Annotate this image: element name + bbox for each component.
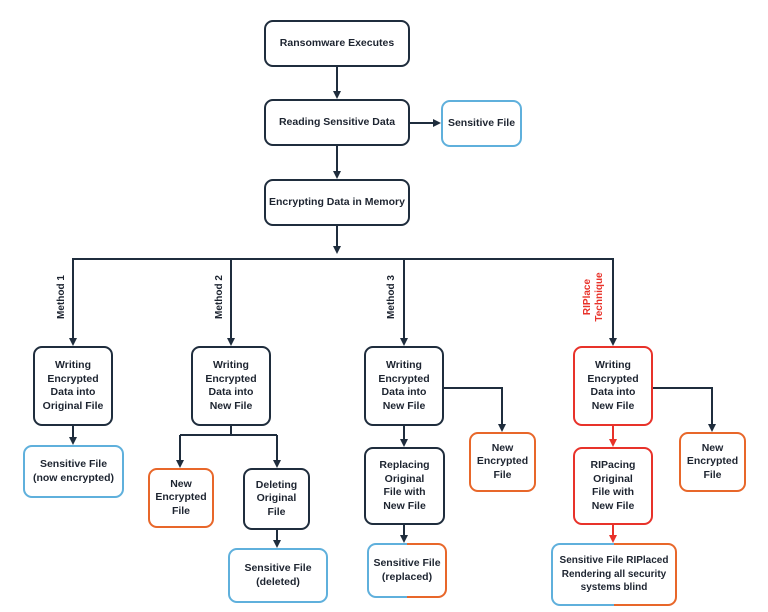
- label-method-3: Method 3: [386, 275, 397, 319]
- node-sensitive-file: Sensitive File: [441, 100, 522, 147]
- node-m2-write-new: Writing Encrypted Data into New File: [191, 346, 271, 426]
- label-method-2: Method 2: [214, 275, 225, 319]
- arrow-m3-to-new-file: [444, 387, 506, 432]
- node-rip-replace-original: RIPacing Original File with New File: [573, 447, 653, 525]
- node-m3-sensitive-file-replaced: Sensitive File (replaced): [367, 543, 447, 598]
- node-rip-sensitive-file-riplaced: Sensitive File RIPlaced Rendering all se…: [551, 543, 677, 606]
- node-m2-sensitive-file-deleted: Sensitive File (deleted): [228, 548, 328, 603]
- node-m3-write-new: Writing Encrypted Data into New File: [364, 346, 444, 426]
- node-m2-delete-original: Deleting Original File: [243, 468, 310, 530]
- node-rip-new-encrypted-file: New Encrypted File: [679, 432, 746, 492]
- node-m1-write-original: Writing Encrypted Data into Original Fil…: [33, 346, 113, 426]
- node-m3-replace-original: Replacing Original File with New File: [364, 447, 445, 525]
- node-encrypting-data: Encrypting Data in Memory: [264, 179, 410, 226]
- label-riplace-technique: RIPlace Technique: [582, 272, 605, 322]
- node-m3-new-encrypted-file: New Encrypted File: [469, 432, 536, 492]
- node-ransomware-executes: Ransomware Executes: [264, 20, 410, 67]
- arrow-rip-to-new-file: [653, 387, 716, 432]
- node-m2-new-encrypted-file: New Encrypted File: [148, 468, 214, 528]
- node-rip-write-new: Writing Encrypted Data into New File: [573, 346, 653, 426]
- node-reading-sensitive-data: Reading Sensitive Data: [264, 99, 410, 146]
- label-method-1: Method 1: [56, 275, 67, 319]
- node-m1-sensitive-file-encrypted: Sensitive File (now encrypted): [23, 445, 124, 498]
